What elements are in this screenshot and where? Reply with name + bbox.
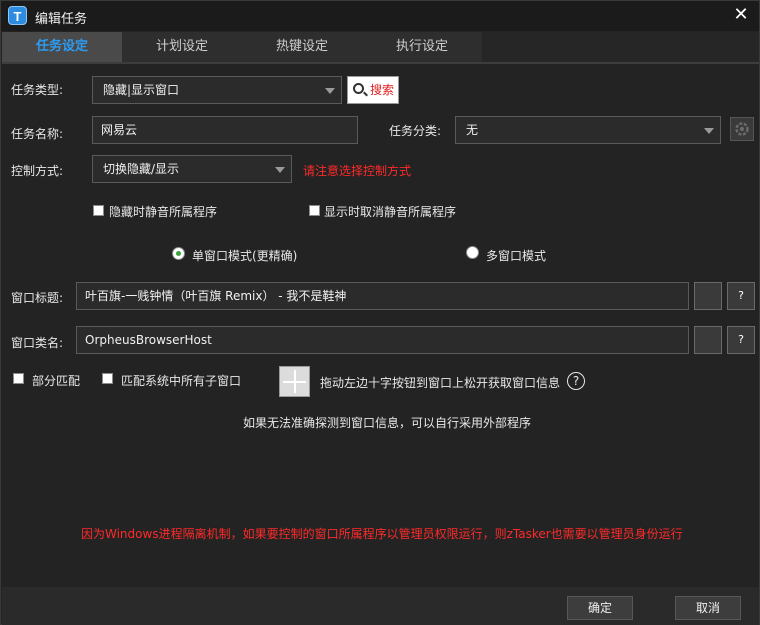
fallback-hint: 如果无法准确探测到窗口信息，可以自行采用外部程序: [243, 416, 532, 430]
search-button[interactable]: 搜索: [347, 76, 399, 104]
cancel-button[interactable]: 取消: [675, 596, 741, 620]
task-type-label: 任务类型:: [11, 83, 64, 97]
window-title-input[interactable]: 叶百旗-一贱钟情（叶百旗 Remix） - 我不是鞋神: [76, 282, 689, 310]
multi-window-label: 多窗口模式: [486, 249, 547, 263]
task-type-value: 隐藏|显示窗口: [103, 83, 180, 97]
chevron-down-icon: [275, 167, 285, 173]
close-icon[interactable]: ✕: [731, 5, 751, 25]
window-class-help-button[interactable]: ?: [727, 326, 755, 354]
window-class-option-button[interactable]: [694, 326, 722, 354]
drag-hint: 拖动左边十字按钮到窗口上松开获取窗口信息: [320, 376, 561, 390]
search-icon: [353, 83, 364, 94]
category-settings-button[interactable]: [730, 117, 754, 141]
dialog-footer: [2, 587, 759, 625]
window-title-option-button[interactable]: [694, 282, 722, 310]
partial-match-label: 部分匹配: [32, 374, 81, 388]
tab-task-settings[interactable]: 任务设定: [2, 32, 122, 62]
ok-button[interactable]: 确定: [567, 596, 633, 620]
window-title-help-button[interactable]: ?: [727, 282, 755, 310]
unmute-on-show-checkbox[interactable]: [309, 205, 320, 216]
crosshair-icon[interactable]: [279, 366, 310, 397]
tab-hotkey-settings[interactable]: 热键设定: [242, 32, 362, 62]
window-title: 编辑任务: [35, 12, 88, 27]
chevron-down-icon: [704, 128, 714, 134]
title-bar: T 编辑任务 ✕: [1, 1, 759, 31]
gear-icon: [735, 122, 749, 136]
control-mode-select[interactable]: 切换隐藏/显示: [92, 155, 292, 183]
chevron-down-icon: [325, 88, 335, 94]
tab-bar: 任务设定 计划设定 热键设定 执行设定: [2, 32, 759, 62]
tab-execution-settings[interactable]: 执行设定: [362, 32, 482, 62]
task-category-select[interactable]: 无: [455, 116, 721, 144]
mute-on-hide-label: 隐藏时静音所属程序: [109, 205, 218, 219]
unmute-on-show-label: 显示时取消静音所属程序: [324, 205, 457, 219]
single-window-radio[interactable]: [172, 247, 185, 260]
match-children-label: 匹配系统中所有子窗口: [121, 374, 242, 388]
window-class-label: 窗口类名:: [11, 336, 64, 350]
task-name-label: 任务名称:: [11, 127, 64, 141]
window-title-label: 窗口标题:: [11, 291, 64, 305]
task-type-select[interactable]: 隐藏|显示窗口: [92, 76, 342, 104]
help-icon[interactable]: ?: [567, 372, 585, 390]
tab-schedule-settings[interactable]: 计划设定: [122, 32, 242, 62]
task-category-value: 无: [466, 123, 479, 137]
task-category-label: 任务分类:: [389, 124, 442, 138]
match-children-checkbox[interactable]: [102, 373, 113, 384]
app-logo-icon: T: [8, 6, 27, 25]
admin-warning: 因为Windows进程隔离机制，如果要控制的窗口所属程序以管理员权限运行，则zT…: [81, 527, 683, 541]
task-name-input[interactable]: 网易云: [92, 116, 358, 144]
window-class-input[interactable]: OrpheusBrowserHost: [76, 326, 689, 354]
control-mode-value: 切换隐藏/显示: [103, 162, 180, 176]
search-button-label: 搜索: [370, 83, 395, 97]
control-mode-label: 控制方式:: [11, 164, 64, 178]
partial-match-checkbox[interactable]: [13, 373, 24, 384]
multi-window-radio[interactable]: [466, 246, 479, 259]
control-mode-warning: 请注意选择控制方式: [303, 164, 412, 178]
tab-divider: [2, 62, 759, 64]
mute-on-hide-checkbox[interactable]: [93, 205, 104, 216]
edit-task-window: T 编辑任务 ✕ 任务设定 计划设定 热键设定 执行设定 任务类型: 隐藏|显示…: [0, 0, 760, 625]
single-window-label: 单窗口模式(更精确): [192, 249, 298, 263]
